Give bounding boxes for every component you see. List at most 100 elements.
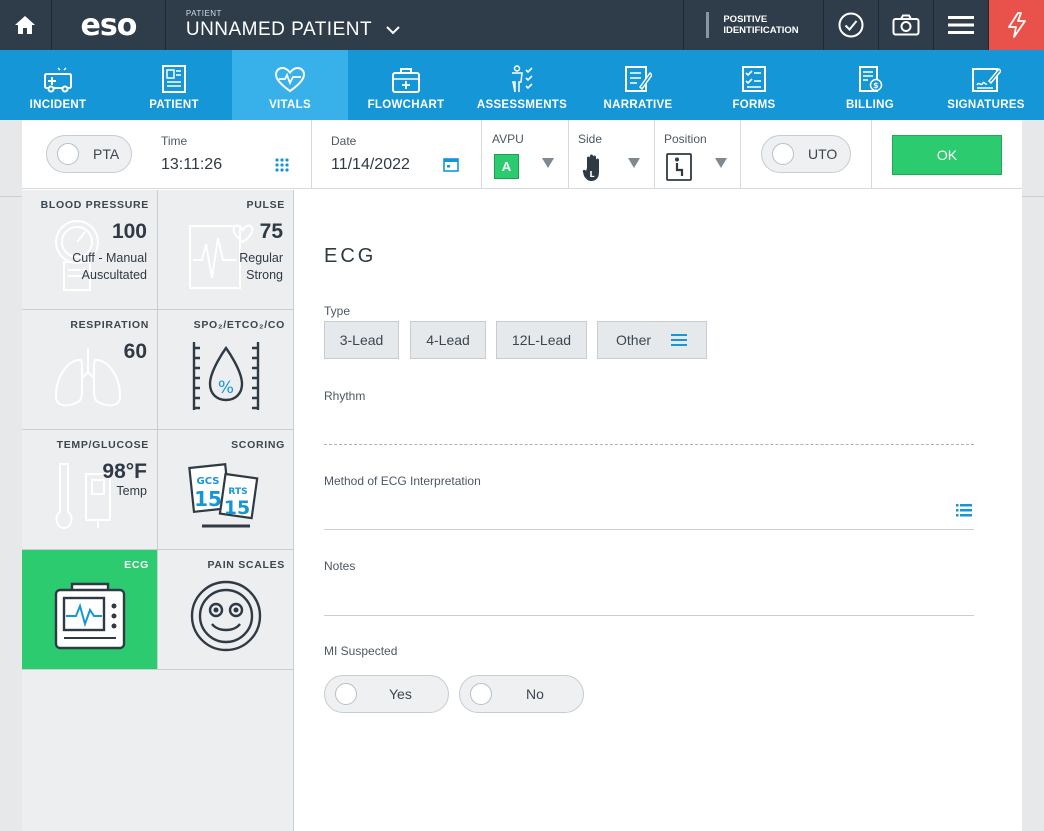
rhythm-underline [324, 444, 974, 445]
pta-toggle[interactable]: PTA [46, 135, 132, 173]
mi-no-knob [470, 683, 492, 705]
checklist-icon [742, 66, 766, 92]
mi-yes-label: Yes [389, 686, 412, 702]
keypad-icon[interactable] [275, 158, 289, 172]
camera-icon [892, 14, 920, 36]
respiration-value: 60 [123, 340, 147, 363]
tile-temp-title: TEMP/GLUCOSE [56, 439, 149, 451]
date-field[interactable]: 11/14/2022 [331, 156, 410, 174]
nav-signatures[interactable]: SIGNATURES [928, 50, 1044, 120]
nav-assessments[interactable]: ASSESSMENTS [464, 50, 580, 120]
avpu-badge: A [494, 154, 519, 179]
validate-button[interactable] [824, 0, 880, 50]
positive-identification-button[interactable]: POSITIVE IDENTIFICATION [684, 0, 825, 50]
tile-pulse[interactable]: PULSE 75 Regular Strong [158, 190, 294, 310]
check-circle-icon [838, 12, 864, 38]
scoring-gcs-label: GCS [197, 476, 220, 487]
patient-id-icon [162, 65, 186, 93]
method-field[interactable] [324, 490, 974, 529]
nav-flowchart-label: FLOWCHART [367, 99, 445, 111]
mi-yes-knob [335, 683, 357, 705]
rhythm-field[interactable] [324, 404, 974, 444]
notes-field[interactable] [324, 575, 974, 615]
method-label: Method of ECG Interpretation [324, 474, 481, 488]
ok-button[interactable]: OK [892, 135, 1002, 175]
section-nav: INCIDENT PATIENT VITALS FLOWCHART ASSESS… [0, 50, 1044, 120]
type-4-lead-button[interactable]: 4-Lead [410, 321, 486, 359]
mi-no-toggle[interactable]: No [459, 675, 584, 713]
nav-vitals-label: VITALS [269, 99, 311, 111]
top-header: eso PATIENT UNNAMED PATIENT POSITIVE IDE… [0, 0, 1044, 50]
avpu-dropdown-caret [542, 158, 554, 168]
nav-incident-label: INCIDENT [29, 99, 87, 111]
position-cell[interactable]: Position [655, 120, 741, 189]
smiley-face-icon [190, 580, 262, 652]
type-other-button[interactable]: Other [597, 321, 707, 359]
avpu-cell[interactable]: AVPU A [482, 120, 569, 189]
tile-pain-scales[interactable]: PAIN SCALES [158, 550, 294, 670]
type-label: Type [324, 304, 351, 318]
tile-respiration[interactable]: RESPIRATION 60 [22, 310, 158, 430]
type-3-lead-button[interactable]: 3-Lead [324, 321, 399, 359]
tile-pulse-title: PULSE [246, 199, 285, 211]
svg-text:%: % [218, 378, 234, 398]
nav-patient[interactable]: PATIENT [116, 50, 232, 120]
uto-cell: UTO [741, 120, 872, 189]
uto-toggle[interactable]: UTO [761, 135, 851, 173]
tile-spo2[interactable]: % SPO₂/ETCO₂/CO [158, 310, 294, 430]
heart-pulse-icon [275, 67, 305, 93]
tile-ecg[interactable]: ECG [22, 550, 158, 670]
ambulance-icon [44, 67, 72, 93]
calendar-icon[interactable] [443, 157, 459, 172]
patient-selector[interactable]: PATIENT UNNAMED PATIENT [166, 0, 685, 50]
menu-icon [948, 16, 975, 34]
mi-yes-toggle[interactable]: Yes [324, 675, 449, 713]
side-cell[interactable]: Side L [569, 120, 655, 189]
tile-temp-glucose[interactable]: TEMP/GLUCOSE 98°F Temp [22, 430, 158, 550]
scoring-rts-value: 15 [224, 497, 250, 519]
list-icon [671, 334, 688, 346]
invoice-icon: $ [859, 66, 883, 92]
bp-technique: Auscultated [81, 268, 147, 282]
nav-vitals[interactable]: VITALS [232, 50, 348, 120]
patient-label: PATIENT [185, 9, 222, 18]
ok-cell: OK [872, 120, 1022, 189]
home-button[interactable] [0, 0, 52, 50]
side-label: Side [578, 132, 603, 146]
nav-forms[interactable]: FORMS [696, 50, 812, 120]
bp-method: Cuff - Manual [72, 251, 147, 265]
home-icon [15, 16, 36, 34]
tile-bp-title: BLOOD PRESSURE [40, 199, 149, 211]
pulse-value: 75 [259, 220, 283, 243]
mi-suspected-label: MI Suspected [324, 644, 398, 658]
pulse-rhythm: Regular [239, 251, 283, 265]
svg-text:L: L [589, 170, 594, 179]
nav-signatures-label: SIGNATURES [947, 99, 1025, 111]
positive-id-line1: POSITIVE [723, 14, 768, 25]
tile-respiration-title: RESPIRATION [70, 319, 149, 331]
temp-type: Temp [116, 484, 147, 498]
position-label: Position [664, 132, 707, 146]
nav-incident[interactable]: INCIDENT [0, 50, 116, 120]
camera-button[interactable] [879, 0, 935, 50]
list-picker-icon[interactable] [956, 504, 972, 517]
avpu-label: AVPU [492, 132, 524, 146]
date-cell: Date 11/14/2022 [312, 120, 482, 189]
pta-time-cell: PTA Time 13:11:26 [22, 120, 312, 189]
nav-flowchart[interactable]: FLOWCHART [348, 50, 464, 120]
tile-pain-title: PAIN SCALES [207, 559, 285, 571]
scoring-rts-label: RTS [228, 487, 247, 497]
nav-narrative[interactable]: NARRATIVE [580, 50, 696, 120]
flash-button[interactable] [989, 0, 1044, 50]
hand-icon: L [582, 154, 599, 181]
time-field[interactable]: 13:11:26 [161, 156, 222, 174]
bp-value: 100 [111, 220, 147, 243]
tile-scoring[interactable]: GCS 15 RTS 15 SCORING [158, 430, 294, 550]
time-label: Time [161, 134, 188, 148]
type-12-lead-button[interactable]: 12L-Lead [496, 321, 587, 359]
menu-button[interactable] [934, 0, 990, 50]
uto-toggle-knob [772, 143, 794, 165]
nav-billing[interactable]: $ BILLING [812, 50, 928, 120]
ecg-monitor-icon [54, 582, 126, 650]
tile-blood-pressure[interactable]: BLOOD PRESSURE 100 Cuff - Manual Auscult… [22, 190, 158, 310]
